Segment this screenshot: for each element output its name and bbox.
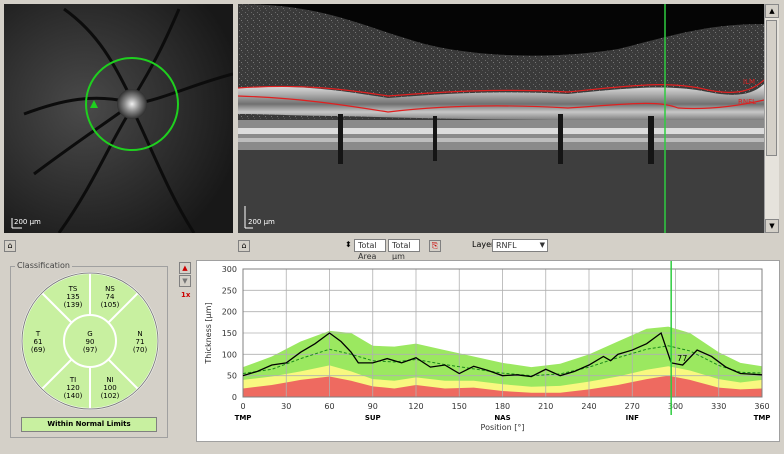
classification-title: Classification (15, 261, 72, 270)
sector-value: 100 (103, 384, 117, 392)
sector-ts: TS 135 (139) (59, 285, 87, 309)
sector-value: 74 (105, 293, 115, 301)
total-um-field[interactable]: Total µm (388, 239, 420, 261)
scroll-thumb[interactable] (766, 20, 777, 156)
sector-value: 135 (66, 293, 80, 301)
sector-id: N (137, 330, 143, 338)
scroll-down-arrow-icon[interactable]: ▼ (765, 219, 779, 233)
marker-value-label: 77 (677, 354, 687, 363)
sector-id: G (87, 330, 93, 338)
layer-select[interactable]: RNFL ▼ (492, 239, 548, 252)
sector-normative: (140) (63, 392, 83, 400)
region-label: TMP (754, 414, 771, 422)
zoom-label[interactable]: 1x (181, 291, 190, 299)
region-label: SUP (365, 414, 381, 422)
sector-value: 120 (66, 384, 80, 392)
layer-select-value: RNFL (496, 241, 517, 250)
sector-t: T 61 (69) (24, 330, 52, 354)
y-tick-label: 0 (232, 393, 237, 402)
region-label: TMP (235, 414, 252, 422)
oct-bscan-image[interactable]: ILM RNFL 200 µm (238, 4, 764, 233)
arrow-up-icon[interactable]: ▲ (179, 262, 191, 274)
x-tick-label: 90 (368, 402, 378, 411)
sector-n: N 71 (70) (126, 330, 154, 354)
field-spin-icon[interactable]: ⬍ (345, 240, 352, 249)
fundus-image[interactable]: 200 µm (4, 4, 233, 233)
sector-ni: NI 100 (102) (96, 376, 124, 400)
y-tick-label: 300 (222, 265, 237, 274)
region-label: INF (626, 414, 639, 422)
sector-id: TS (68, 285, 78, 293)
x-tick-label: 240 (581, 402, 596, 411)
sector-id: TI (69, 376, 77, 384)
total-area-field[interactable]: Total Area (354, 239, 386, 261)
y-tick-label: 50 (227, 372, 237, 381)
y-tick-label: 100 (222, 350, 237, 359)
x-tick-label: 60 (324, 402, 334, 411)
x-tick-label: 120 (408, 402, 423, 411)
sector-normative: (70) (132, 346, 148, 354)
sector-g: G 90 (97) (76, 330, 104, 354)
x-tick-label: 30 (281, 402, 291, 411)
sector-normative: (102) (100, 392, 120, 400)
y-tick-label: 250 (222, 286, 237, 295)
y-tick-label: 200 (222, 308, 237, 317)
rnfl-label: RNFL (738, 98, 757, 106)
y-tick-label: 150 (222, 329, 237, 338)
x-axis-label: Position [°] (481, 423, 525, 432)
sector-normative: (69) (30, 346, 46, 354)
sector-id: T (35, 330, 41, 338)
sector-ti: TI 120 (140) (59, 376, 87, 400)
chevron-down-icon[interactable]: ▼ (540, 240, 545, 251)
x-tick-label: 300 (668, 402, 683, 411)
x-tick-label: 210 (538, 402, 553, 411)
scroll-up-arrow-icon[interactable]: ▲ (765, 4, 779, 18)
bscan-scale-label: 200 µm (248, 218, 275, 226)
ilm-label: ILM (743, 78, 756, 86)
region-label: NAS (494, 414, 510, 422)
x-tick-label: 360 (754, 402, 769, 411)
thickness-graph[interactable]: 0 30 60 90 120 150 180 210 240 270 300 330 360 0 50 100… (196, 260, 780, 442)
bscan-scrollbar[interactable]: ▲ ▼ (764, 4, 779, 233)
sector-value: 90 (85, 338, 95, 346)
x-tick-label: 270 (625, 402, 640, 411)
sector-normative: (139) (63, 301, 83, 309)
classification-status-badge: Within Normal Limits (21, 417, 157, 432)
fundus-options-icon[interactable]: ⌂ (4, 240, 16, 252)
sector-id: NS (105, 285, 115, 293)
x-tick-label: 330 (711, 402, 726, 411)
sector-value: 71 (135, 338, 145, 346)
x-tick-label: 0 (240, 402, 245, 411)
arrow-down-icon[interactable]: ▼ (179, 275, 191, 287)
layer-label: Layer (472, 240, 495, 249)
sector-value: 61 (33, 338, 43, 346)
sector-normative: (97) (82, 346, 98, 354)
bscan-options-icon[interactable]: ⌂ (238, 240, 250, 252)
sector-ns: NS 74 (105) (96, 285, 124, 309)
y-axis-label: Thickness [µm] (204, 302, 213, 364)
export-icon[interactable]: ⎘ (429, 240, 441, 252)
x-tick-label: 180 (495, 402, 510, 411)
sector-id: NI (106, 376, 114, 384)
sector-normative: (105) (100, 301, 120, 309)
fundus-scale-label: 200 µm (14, 218, 41, 226)
x-tick-label: 150 (452, 402, 467, 411)
